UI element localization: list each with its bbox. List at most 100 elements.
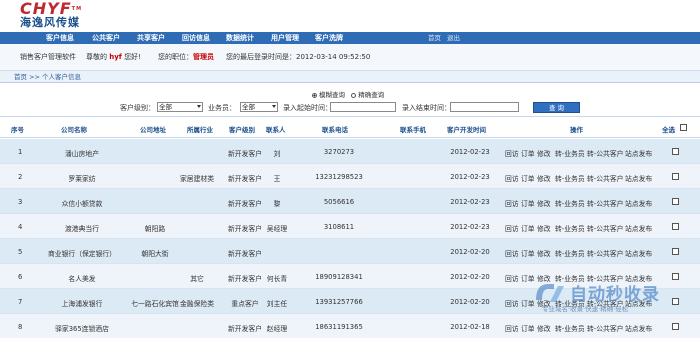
col-no: 序号 <box>11 126 24 134</box>
brand-logo: CHYFTM 海逸风传媒 <box>20 1 83 30</box>
transfer-staff-link[interactable]: 转-业务员 <box>555 223 585 233</box>
fuzzy-search-radio[interactable] <box>312 92 317 98</box>
transfer-public-link[interactable]: 转-公共客户 <box>587 248 623 258</box>
transfer-staff-link[interactable]: 转-业务员 <box>555 148 585 158</box>
cell-level: 新开发客户 <box>228 325 262 333</box>
transfer-staff-link[interactable]: 转-业务员 <box>555 173 585 183</box>
cell-no: 6 <box>18 273 23 281</box>
cell-phone: 13231298523 <box>315 173 363 181</box>
row-checkbox[interactable] <box>672 273 679 280</box>
brand-tm: TM <box>71 6 83 12</box>
visit-link[interactable]: 回访 <box>505 323 519 333</box>
transfer-public-link[interactable]: 转-公共客户 <box>587 223 623 233</box>
row-checkbox[interactable] <box>672 173 679 180</box>
transfer-public-link[interactable]: 转-公共客户 <box>587 323 623 333</box>
transfer-public-link[interactable]: 转-公共客户 <box>587 148 623 158</box>
nav-home-link[interactable]: 首页 <box>428 32 441 44</box>
row-checkbox[interactable] <box>672 323 679 330</box>
visit-link[interactable]: 回访 <box>505 198 519 208</box>
transfer-public-link[interactable]: 转-公共客户 <box>587 173 623 183</box>
cell-contact: 刘 <box>273 150 281 158</box>
transfer-staff-link[interactable]: 转-业务员 <box>555 323 585 333</box>
exact-search-radio[interactable] <box>351 92 357 98</box>
query-button[interactable]: 查 询 <box>533 102 580 113</box>
order-link[interactable]: 订单 <box>521 248 535 258</box>
table-row: 4 渡港典当行 朝阳路 新开发客户 吴经理 3108611 2012-02-23 回访 订单 修改… <box>0 214 700 239</box>
publish-link[interactable]: 站点发布 <box>625 173 652 183</box>
order-link[interactable]: 订单 <box>521 198 535 208</box>
cell-phone: 3108611 <box>323 223 355 231</box>
edit-link[interactable]: 修改 <box>537 248 551 258</box>
cell-level: 新开发客户 <box>228 175 262 183</box>
visit-link[interactable]: 回访 <box>505 173 519 183</box>
cell-level: 新开发客户 <box>228 250 262 258</box>
nav-public-customers[interactable]: 公共客户 <box>92 32 120 44</box>
visit-link[interactable]: 回访 <box>505 148 519 158</box>
publish-link[interactable]: 站点发布 <box>625 223 652 233</box>
nav-shared-customers[interactable]: 共享客户 <box>137 32 165 44</box>
edit-link[interactable]: 修改 <box>537 198 551 208</box>
search-mode: 模糊查询 精确查询 <box>312 89 384 99</box>
cell-company: 罗莱家纺 <box>68 175 96 183</box>
nav-statistics[interactable]: 数据统计 <box>226 32 254 44</box>
publish-link[interactable]: 站点发布 <box>625 198 652 208</box>
col-dev-time: 客户开发时间 <box>447 126 486 134</box>
publish-link[interactable]: 站点发布 <box>625 248 652 258</box>
start-time-input[interactable] <box>330 102 396 112</box>
edit-link[interactable]: 修改 <box>537 223 551 233</box>
table-row: 3 众信小额贷款 新开发客户 黎 5056616 2012-02-23 回访 订单 修改 转-业务… <box>0 189 700 214</box>
transfer-staff-link[interactable]: 转-业务员 <box>555 248 585 258</box>
edit-link[interactable]: 修改 <box>537 173 551 183</box>
cell-address: 七一路石化宾馆 <box>131 300 179 308</box>
cell-dev-time: 2012-02-20 <box>450 298 490 306</box>
edit-link[interactable]: 修改 <box>537 323 551 333</box>
staff-label: 业务员： <box>208 104 236 112</box>
order-link[interactable]: 订单 <box>521 323 535 333</box>
transfer-public-link[interactable]: 转-公共客户 <box>587 198 623 208</box>
visit-link[interactable]: 回访 <box>505 223 519 233</box>
cell-no: 7 <box>18 298 23 306</box>
cell-phone: 5056616 <box>323 198 355 206</box>
row-checkbox[interactable] <box>672 223 679 230</box>
cell-contact: 刘主任 <box>266 300 288 308</box>
visit-link[interactable]: 回访 <box>505 248 519 258</box>
user-info-bar: 销售客户管理软件 尊敬的 hyf 您好! 您的职位：管理员 您的最后登录时间是：… <box>0 44 700 71</box>
visit-link[interactable]: 回访 <box>505 298 519 308</box>
cell-company: 驿家365连锁酒店 <box>55 325 109 333</box>
edit-link[interactable]: 修改 <box>537 148 551 158</box>
cell-no: 3 <box>18 198 23 206</box>
watermark: 自动秒收录 专业域名·收录·快速·精确·轻松 <box>532 280 692 316</box>
table-row: 8 驿家365连锁酒店 新开发客户 赵经理 18631191365 2012-02-18 回… <box>0 314 700 338</box>
transfer-staff-link[interactable]: 转-业务员 <box>555 198 585 208</box>
visit-link[interactable]: 回访 <box>505 273 519 283</box>
end-time-input[interactable] <box>450 102 519 112</box>
staff-select[interactable]: 全部 <box>240 102 278 112</box>
cell-address: 朝阳大街 <box>141 250 169 258</box>
cell-level: 重点客户 <box>231 300 259 308</box>
order-link[interactable]: 订单 <box>521 173 535 183</box>
row-checkbox[interactable] <box>672 198 679 205</box>
greeting-prefix: 尊敬的 <box>86 53 107 61</box>
cell-industry: 其它 <box>190 275 204 283</box>
brand-name-cn: 海逸风传媒 <box>20 16 80 29</box>
level-select[interactable]: 全部 <box>157 102 203 112</box>
select-all-checkbox[interactable] <box>680 124 687 131</box>
main-nav: 客户信息 公共客户 共享客户 回访信息 数据统计 用户管理 客户洗牌 首页 退出 <box>0 32 700 44</box>
row-checkbox[interactable] <box>672 148 679 155</box>
nav-logout-link[interactable]: 退出 <box>447 32 460 44</box>
row-checkbox[interactable] <box>672 248 679 255</box>
nav-visit-info[interactable]: 回访信息 <box>182 32 210 44</box>
order-link[interactable]: 订单 <box>521 223 535 233</box>
cell-no: 2 <box>18 173 23 181</box>
last-login: 您的最后登录时间是：2012-03-14 09:52:50 <box>226 52 370 62</box>
order-link[interactable]: 订单 <box>521 148 535 158</box>
nav-customer-info[interactable]: 客户信息 <box>46 32 74 44</box>
cell-contact: 赵经理 <box>266 325 288 333</box>
nav-user-management[interactable]: 用户管理 <box>271 32 299 44</box>
cell-industry: 金融保险类 <box>180 300 214 308</box>
nav-customer-shuffle[interactable]: 客户洗牌 <box>315 32 343 44</box>
role-label: 您的职位： <box>158 53 193 61</box>
publish-link[interactable]: 站点发布 <box>625 323 652 333</box>
publish-link[interactable]: 站点发布 <box>625 148 652 158</box>
cell-no: 8 <box>18 323 23 331</box>
